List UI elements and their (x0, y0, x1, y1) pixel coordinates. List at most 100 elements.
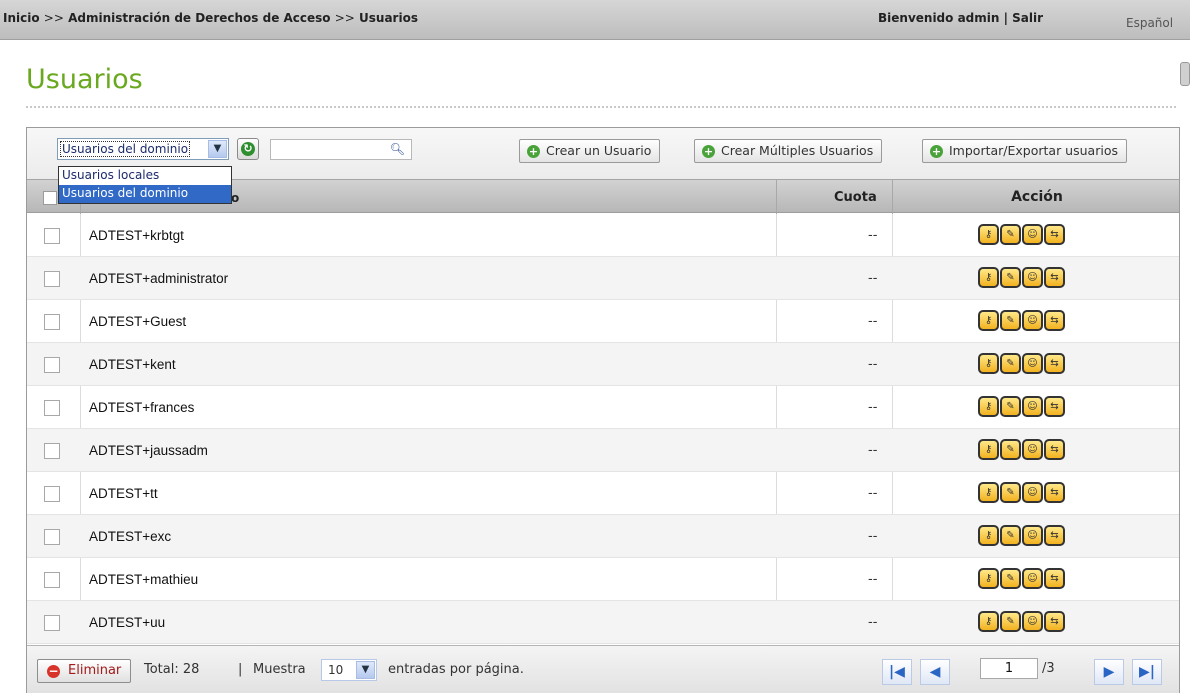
row-checkbox[interactable] (44, 486, 60, 502)
row-checkbox[interactable] (44, 271, 60, 287)
welcome-logout[interactable]: Bienvenido admin | Salir (878, 11, 1043, 25)
user-quota: -- (868, 357, 878, 372)
side-scroll-handle[interactable] (1180, 62, 1190, 86)
password-icon[interactable]: ⚷ (978, 525, 999, 546)
edit-icon[interactable]: ✎ (1000, 353, 1021, 374)
row-checkbox[interactable] (44, 314, 60, 330)
add-icon: + (527, 145, 540, 158)
password-icon[interactable]: ⚷ (978, 267, 999, 288)
edit-icon[interactable]: ✎ (1000, 525, 1021, 546)
last-page-icon[interactable]: ▶| (1132, 659, 1162, 685)
user-quota: -- (868, 486, 878, 501)
edit-icon[interactable]: ✎ (1000, 396, 1021, 417)
page-title: Usuarios (26, 64, 143, 95)
chevron-down-icon[interactable]: ▼ (356, 661, 375, 679)
table-row: ADTEST+kent -- ⚷ ✎ ☺ ⇆ (27, 343, 1179, 386)
user-quota: -- (868, 572, 878, 587)
import-export-users-button[interactable]: + Importar/Exportar usuarios (922, 139, 1127, 163)
refresh-button[interactable]: ↻ (237, 138, 259, 160)
first-page-icon[interactable]: |◀ (882, 659, 912, 685)
footer-separator: | (238, 662, 243, 677)
entries-per-page-select[interactable]: 10 ▼ (321, 659, 377, 681)
password-icon[interactable]: ⚷ (978, 396, 999, 417)
title-divider (26, 106, 1176, 108)
user-name: ADTEST+krbtgt (89, 228, 184, 243)
user-group-icon[interactable]: ☺ (1022, 439, 1043, 460)
folder-permission-icon[interactable]: ⇆ (1044, 611, 1065, 632)
page-number-input[interactable]: 1 (980, 658, 1038, 679)
user-quota: -- (868, 314, 878, 329)
table-row: ADTEST+mathieu -- ⚷ ✎ ☺ ⇆ (27, 558, 1179, 601)
password-icon[interactable]: ⚷ (978, 310, 999, 331)
password-icon[interactable]: ⚷ (978, 224, 999, 245)
folder-permission-icon[interactable]: ⇆ (1044, 353, 1065, 374)
password-icon[interactable]: ⚷ (978, 568, 999, 589)
row-checkbox[interactable] (44, 228, 60, 244)
folder-permission-icon[interactable]: ⇆ (1044, 267, 1065, 288)
language-selector[interactable]: Español (1126, 16, 1173, 30)
option-local-users[interactable]: Usuarios locales (59, 167, 231, 185)
table-row: ADTEST+Guest -- ⚷ ✎ ☺ ⇆ (27, 300, 1179, 343)
search-field[interactable]: 🔍︎ (270, 139, 412, 160)
chevron-down-icon[interactable]: ▼ (208, 140, 227, 158)
search-input[interactable] (271, 140, 391, 159)
breadcrumb-access-rights[interactable]: Administración de Derechos de Acceso (68, 11, 330, 25)
user-group-icon[interactable]: ☺ (1022, 224, 1043, 245)
user-group-icon[interactable]: ☺ (1022, 310, 1043, 331)
breadcrumb-home[interactable]: Inicio (3, 11, 40, 25)
row-checkbox[interactable] (44, 615, 60, 631)
previous-page-icon[interactable]: ◀ (920, 659, 950, 685)
delete-button[interactable]: − Eliminar (37, 659, 131, 683)
user-quota: -- (868, 443, 878, 458)
password-icon[interactable]: ⚷ (978, 353, 999, 374)
row-actions: ⚷ ✎ ☺ ⇆ (978, 525, 1065, 547)
user-group-icon[interactable]: ☺ (1022, 396, 1043, 417)
user-group-icon[interactable]: ☺ (1022, 482, 1043, 503)
password-icon[interactable]: ⚷ (978, 482, 999, 503)
edit-icon[interactable]: ✎ (1000, 482, 1021, 503)
folder-permission-icon[interactable]: ⇆ (1044, 396, 1065, 417)
table-row: ADTEST+krbtgt -- ⚷ ✎ ☺ ⇆ (27, 214, 1179, 257)
edit-icon[interactable]: ✎ (1000, 224, 1021, 245)
create-user-label: Crear un Usuario (546, 143, 652, 158)
user-group-icon[interactable]: ☺ (1022, 525, 1043, 546)
folder-permission-icon[interactable]: ⇆ (1044, 224, 1065, 245)
password-icon[interactable]: ⚷ (978, 611, 999, 632)
select-all-checkbox[interactable] (43, 191, 57, 205)
folder-permission-icon[interactable]: ⇆ (1044, 482, 1065, 503)
user-group-icon[interactable]: ☺ (1022, 353, 1043, 374)
edit-icon[interactable]: ✎ (1000, 310, 1021, 331)
user-name: ADTEST+administrator (89, 271, 229, 286)
row-checkbox[interactable] (44, 443, 60, 459)
column-header-quota[interactable]: Cuota (834, 190, 877, 205)
row-checkbox[interactable] (44, 529, 60, 545)
user-name: ADTEST+Guest (89, 314, 187, 329)
folder-permission-icon[interactable]: ⇆ (1044, 310, 1065, 331)
password-icon[interactable]: ⚷ (978, 439, 999, 460)
edit-icon[interactable]: ✎ (1000, 611, 1021, 632)
user-quota: -- (868, 228, 878, 243)
row-checkbox[interactable] (44, 400, 60, 416)
edit-icon[interactable]: ✎ (1000, 267, 1021, 288)
create-multiple-users-button[interactable]: + Crear Múltiples Usuarios (694, 139, 883, 163)
folder-permission-icon[interactable]: ⇆ (1044, 525, 1065, 546)
user-type-select[interactable]: Usuarios del dominio ▼ (57, 138, 229, 160)
search-icon[interactable]: 🔍︎ (390, 142, 405, 156)
column-header-name[interactable]: o (231, 191, 239, 205)
row-checkbox[interactable] (44, 572, 60, 588)
create-user-button[interactable]: + Crear un Usuario (519, 139, 661, 163)
folder-permission-icon[interactable]: ⇆ (1044, 439, 1065, 460)
user-group-icon[interactable]: ☺ (1022, 611, 1043, 632)
row-actions: ⚷ ✎ ☺ ⇆ (978, 439, 1065, 461)
top-bar: Inicio >> Administración de Derechos de … (0, 0, 1190, 40)
row-checkbox[interactable] (44, 357, 60, 373)
option-domain-users[interactable]: Usuarios del dominio (59, 185, 231, 203)
user-group-icon[interactable]: ☺ (1022, 267, 1043, 288)
folder-permission-icon[interactable]: ⇆ (1044, 568, 1065, 589)
table-footer: − Eliminar Total: 28 | Muestra 10 ▼ entr… (27, 645, 1179, 693)
edit-icon[interactable]: ✎ (1000, 568, 1021, 589)
edit-icon[interactable]: ✎ (1000, 439, 1021, 460)
user-group-icon[interactable]: ☺ (1022, 568, 1043, 589)
show-label: Muestra (253, 662, 306, 677)
next-page-icon[interactable]: ▶ (1094, 659, 1124, 685)
